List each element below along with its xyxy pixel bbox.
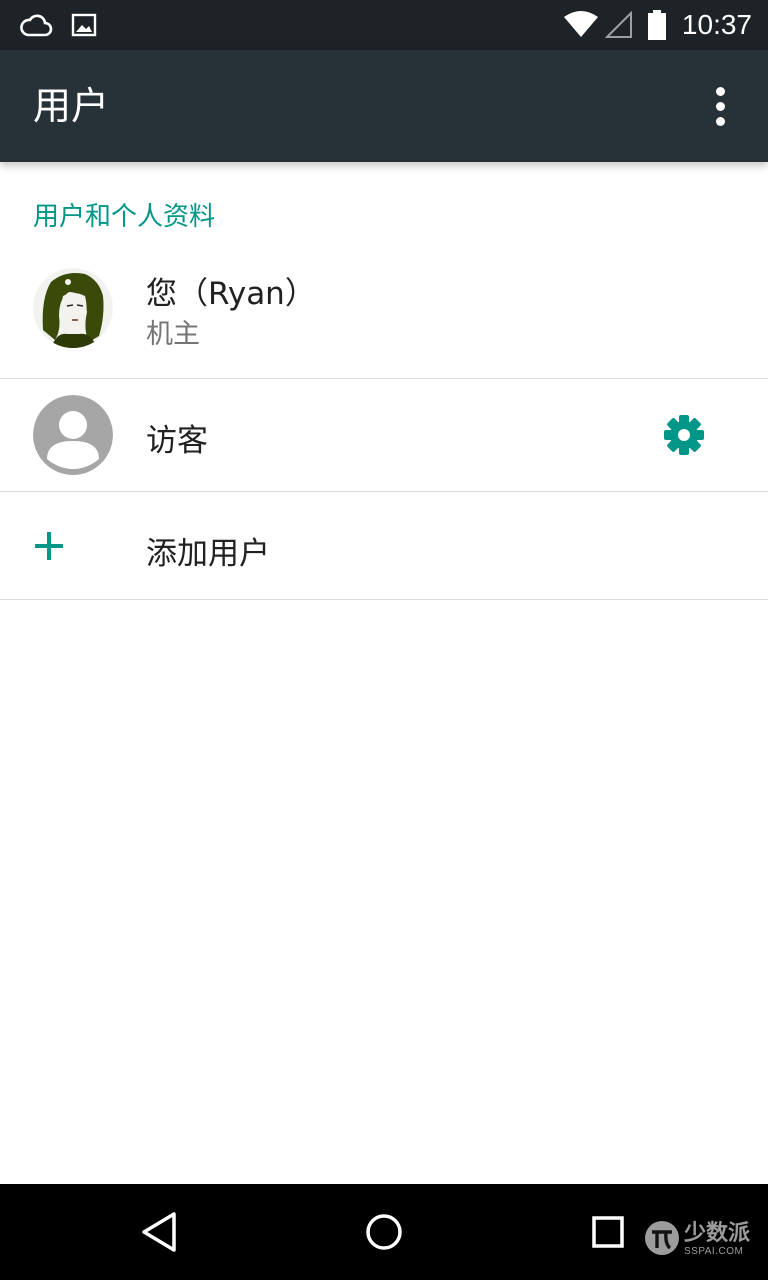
more-options-button[interactable]	[696, 82, 744, 130]
add-user-button[interactable]: 添加用户	[0, 492, 768, 600]
user-row-owner[interactable]: 您（Ryan） 机主	[0, 254, 768, 379]
back-icon	[136, 1212, 184, 1260]
cloud-icon	[18, 0, 54, 50]
wifi-icon	[562, 0, 600, 50]
section-header: 用户和个人资料	[33, 202, 216, 232]
default-person-avatar	[33, 395, 113, 475]
more-vert-icon	[715, 86, 725, 126]
pi-logo-icon	[644, 1220, 680, 1260]
home-button[interactable]	[360, 1208, 408, 1256]
user-name: 您（Ryan）	[146, 276, 316, 312]
guest-settings-button[interactable]	[660, 411, 708, 459]
users-settings-screen: 10:37 用户 用户和个人资料 您（Ryan） 机主 访客 添加用户 少数派 …	[0, 0, 768, 1280]
content-area: 用户和个人资料 您（Ryan） 机主 访客 添加用户	[0, 162, 768, 1184]
add-user-label: 添加用户	[146, 536, 270, 572]
watermark-domain: SSPAI.COM	[683, 1246, 744, 1257]
user-role: 机主	[146, 319, 200, 350]
guest-name: 访客	[146, 423, 208, 459]
watermark-text: 少数派	[683, 1221, 750, 1246]
battery-icon	[646, 0, 668, 50]
gear-icon	[660, 415, 708, 463]
navigation-bar: 少数派 SSPAI.COM	[0, 1184, 768, 1280]
status-bar: 10:37	[0, 0, 768, 50]
app-bar: 用户	[0, 50, 768, 162]
signal-icon	[604, 0, 634, 50]
status-time: 10:37	[681, 9, 752, 40]
user-photo-avatar	[33, 268, 113, 348]
watermark: 少数派 SSPAI.COM	[644, 1220, 750, 1260]
home-icon	[360, 1214, 408, 1260]
image-notification-icon	[70, 0, 98, 50]
back-button[interactable]	[136, 1208, 184, 1256]
plus-icon	[33, 530, 65, 562]
recents-button[interactable]	[584, 1208, 632, 1256]
user-row-guest[interactable]: 访客	[0, 379, 768, 492]
recents-icon	[584, 1216, 632, 1260]
page-title: 用户	[33, 84, 110, 128]
